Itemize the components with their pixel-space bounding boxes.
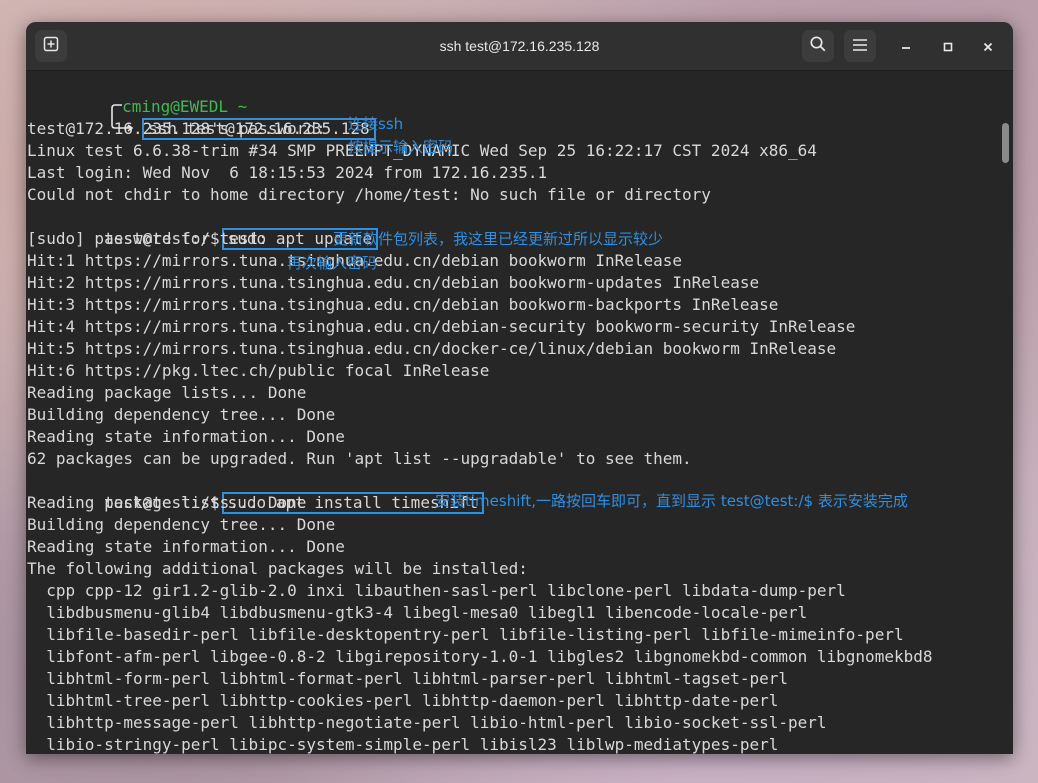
terminal-line: Hit:3 https://mirrors.tuna.tsinghua.edu.… bbox=[27, 295, 779, 314]
terminal-line: Hit:5 https://mirrors.tuna.tsinghua.edu.… bbox=[27, 339, 837, 358]
scrollbar-thumb[interactable] bbox=[1002, 123, 1009, 163]
annotation-reenter-password: 再次输入密码 bbox=[287, 254, 378, 272]
terminal-line: libhtml-tree-perl libhttp-cookies-perl l… bbox=[27, 691, 779, 710]
annotation-enter-password: 按提示输入密码 bbox=[348, 138, 454, 156]
terminal-line: Hit:4 https://mirrors.tuna.tsinghua.edu.… bbox=[27, 317, 856, 336]
title-bar: ssh test@172.16.235.128 bbox=[26, 22, 1013, 71]
terminal-line: Building dependency tree... Done bbox=[27, 405, 336, 424]
terminal-line: Reading package lists... Done bbox=[27, 383, 307, 402]
search-button[interactable] bbox=[802, 30, 834, 62]
menu-button[interactable] bbox=[844, 30, 876, 62]
terminal-line: Hit:1 https://mirrors.tuna.tsinghua.edu.… bbox=[27, 251, 683, 270]
maximize-button[interactable] bbox=[937, 35, 959, 57]
terminal-area[interactable]: cming@EWEDL ~ ssh test@172.16.235.128 te… bbox=[26, 71, 1013, 754]
minimize-button[interactable] bbox=[895, 35, 917, 57]
prompt-user: cming@EWEDL ~ bbox=[122, 97, 248, 116]
terminal-line: cpp cpp-12 gir1.2-glib-2.0 inxi libauthe… bbox=[27, 581, 846, 600]
terminal-line: Hit:2 https://mirrors.tuna.tsinghua.edu.… bbox=[27, 273, 760, 292]
terminal-line: libio-stringy-perl libipc-system-simple-… bbox=[27, 735, 779, 754]
terminal-line: libhttp-message-perl libhttp-negotiate-p… bbox=[27, 713, 827, 732]
annotation-connect-ssh: 连接ssh bbox=[348, 115, 404, 133]
terminal-line: libhtml-form-perl libhtml-format-perl li… bbox=[27, 669, 788, 688]
annotation-install-note: 安装timeshift,一路按回车即可，直到显示 test@test:/$ 表示… bbox=[435, 492, 908, 510]
prompt-line: cming@EWEDL ~ bbox=[27, 74, 932, 132]
terminal-line: libfont-afm-perl libgee-0.8-2 libgirepos… bbox=[27, 647, 933, 666]
terminal-line: 62 packages can be upgraded. Run 'apt li… bbox=[27, 449, 692, 468]
terminal-line: test@test:/$ sudo apt install timeshift bbox=[27, 470, 932, 514]
terminal-line: Last login: Wed Nov 6 18:15:53 2024 from… bbox=[27, 163, 548, 182]
terminal-line: Building dependency tree... Done bbox=[27, 515, 336, 534]
terminal-output: cming@EWEDL ~ ssh test@172.16.235.128 te… bbox=[27, 74, 932, 754]
close-button[interactable] bbox=[977, 35, 999, 57]
minimize-icon bbox=[901, 37, 911, 56]
terminal-window: ssh test@172.16.235.128 cming@EWEDL ~ ss… bbox=[26, 22, 1013, 754]
terminal-line: Could not chdir to home directory /home/… bbox=[27, 185, 711, 204]
terminal-line: Reading state information... Done bbox=[27, 427, 345, 446]
terminal-line: Reading state information... Done bbox=[27, 537, 345, 556]
terminal-line: Hit:6 https://pkg.ltec.ch/public focal I… bbox=[27, 361, 490, 380]
close-icon bbox=[983, 37, 993, 56]
terminal-line: The following additional packages will b… bbox=[27, 559, 528, 578]
hamburger-icon bbox=[852, 37, 868, 56]
prompt-corner-icon bbox=[104, 96, 134, 132]
search-icon bbox=[809, 35, 827, 57]
maximize-icon bbox=[943, 37, 953, 56]
annotation-update-note: 更新软件包列表，我这里已经更新过所以显示较少 bbox=[333, 230, 664, 248]
terminal-line: libdbusmenu-glib4 libdbusmenu-gtk3-4 lib… bbox=[27, 603, 808, 622]
terminal-line: libfile-basedir-perl libfile-desktopentr… bbox=[27, 625, 904, 644]
terminal-line: test@test:/$ sudo apt update bbox=[27, 206, 932, 250]
